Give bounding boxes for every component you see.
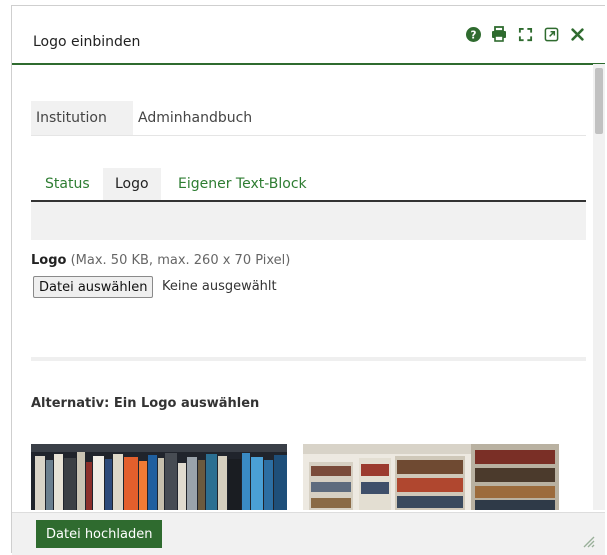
scrollbar-thumb[interactable] (595, 68, 603, 134)
institution-label: Institution (31, 101, 133, 135)
alternative-logo-heading: Alternativ: Ein Logo auswählen (31, 396, 260, 411)
logo-option-bookshelf-closeup[interactable] (31, 444, 287, 510)
logo-upload-label: Logo (Max. 50 KB, max. 260 x 70 Pixel) (31, 253, 290, 268)
institution-value: Adminhandbuch (138, 110, 253, 126)
close-icon[interactable] (569, 26, 585, 42)
dialog-title: Logo einbinden (33, 34, 141, 50)
help-icon[interactable]: ? (465, 26, 481, 42)
logo-label-hint: (Max. 50 KB, max. 260 x 70 Pixel) (70, 253, 291, 268)
fullscreen-icon[interactable] (517, 26, 533, 42)
file-select-button[interactable]: Datei auswählen (33, 276, 154, 298)
tab-status[interactable]: Status (45, 168, 90, 200)
upload-file-button[interactable]: Datei hochladen (36, 520, 163, 548)
tab-eigener-text-block[interactable]: Eigener Text-Block (178, 168, 307, 200)
institution-row: Institution Adminhandbuch (31, 101, 586, 136)
file-status-text: Keine ausgewählt (162, 279, 277, 294)
dialog-content: Institution Adminhandbuch Status Logo Ei… (31, 64, 586, 510)
resize-grip-icon[interactable] (581, 533, 595, 548)
logo-dialog: Logo einbinden ? Institution Adminhandbu… (11, 5, 605, 555)
tab-bar: Status Logo Eigener Text-Block (31, 168, 586, 202)
print-icon[interactable] (491, 26, 507, 42)
tab-logo[interactable]: Logo (103, 168, 161, 200)
dialog-titlebar: Logo einbinden ? (12, 6, 605, 65)
external-window-icon[interactable] (543, 26, 559, 42)
dialog-footer: Datei hochladen (12, 512, 605, 555)
svg-text:?: ? (470, 29, 476, 41)
section-divider (31, 357, 586, 361)
tab-panel-header (31, 202, 586, 240)
logo-option-library-shelves[interactable] (303, 444, 559, 510)
titlebar-toolbar: ? (465, 26, 585, 42)
logo-label-strong: Logo (31, 253, 67, 268)
